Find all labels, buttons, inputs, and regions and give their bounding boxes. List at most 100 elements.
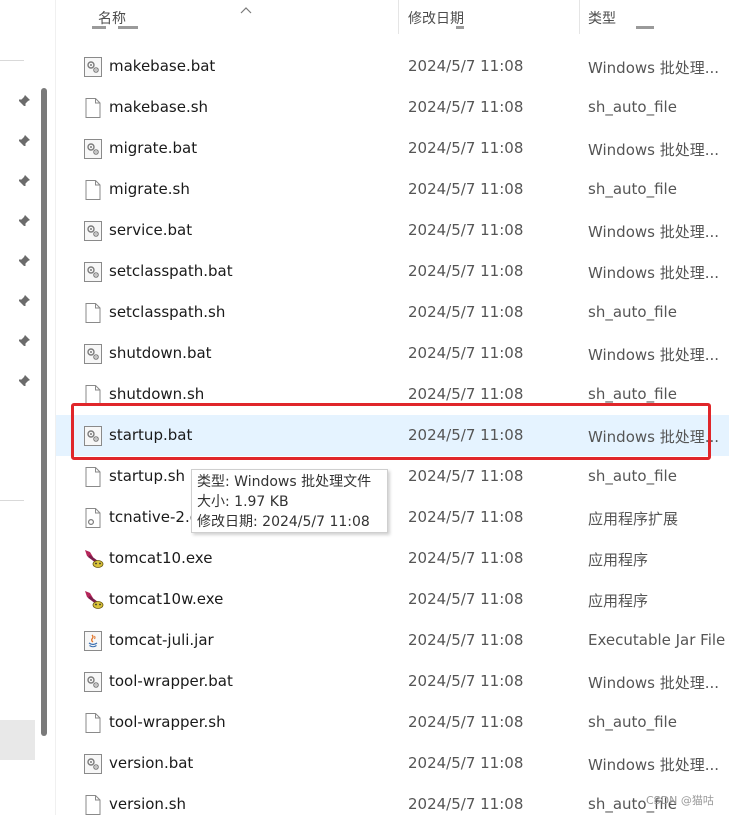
pin-icon[interactable]: [17, 374, 31, 388]
column-name[interactable]: 名称: [98, 8, 126, 28]
file-row[interactable]: version.sh 2024/5/7 11:08 sh_auto_file: [56, 784, 729, 815]
file-type: sh_auto_file: [588, 467, 677, 485]
file-row[interactable]: makebase.bat 2024/5/7 11:08 Windows 批处理...: [56, 46, 729, 87]
file-row[interactable]: tomcat10.exe 2024/5/7 11:08 应用程序: [56, 538, 729, 579]
file-type: Windows 批处理...: [588, 264, 720, 282]
file-tooltip: 类型: Windows 批处理文件 大小: 1.97 KB 修改日期: 2024…: [191, 469, 388, 533]
batch-file-icon: [83, 220, 103, 242]
file-date-modified: 2024/5/7 11:08: [408, 180, 524, 198]
file-name[interactable]: tcnative-2.d: [109, 508, 199, 526]
file-row[interactable]: tomcat10w.exe 2024/5/7 11:08 应用程序: [56, 579, 729, 620]
file-type: 应用程序扩展: [588, 510, 679, 528]
navigation-pane: [0, 0, 36, 815]
file-date-modified: 2024/5/7 11:08: [408, 262, 524, 280]
file-name[interactable]: tool-wrapper.sh: [109, 713, 226, 731]
file-date-modified: 2024/5/7 11:08: [408, 467, 524, 485]
file-name[interactable]: tomcat10w.exe: [109, 590, 223, 608]
nav-scrollbar-thumb[interactable]: [41, 88, 47, 736]
file-row[interactable]: migrate.sh 2024/5/7 11:08 sh_auto_file: [56, 169, 729, 210]
file-row[interactable]: migrate.bat 2024/5/7 11:08 Windows 批处理...: [56, 128, 729, 169]
file-explorer-window: 名称 修改日期 类型 makebase.bat 2024/5/7 11:08 Win…: [0, 0, 729, 815]
tomcat-exe-icon: [83, 548, 104, 570]
pin-icon[interactable]: [17, 334, 31, 348]
blank-file-icon: [83, 712, 103, 734]
batch-file-icon: [83, 261, 103, 283]
pin-icon[interactable]: [17, 94, 31, 108]
blank-file-icon: [83, 466, 103, 488]
file-date-modified: 2024/5/7 11:08: [408, 795, 524, 813]
file-date-modified: 2024/5/7 11:08: [408, 385, 524, 403]
file-row[interactable]: startup.sh 2024/5/7 11:08 sh_auto_file: [56, 456, 729, 497]
batch-file-icon: [83, 343, 103, 365]
dll-file-icon: [83, 507, 103, 529]
file-name[interactable]: version.sh: [109, 795, 186, 813]
file-date-modified: 2024/5/7 11:08: [408, 344, 524, 362]
file-name[interactable]: migrate.bat: [109, 139, 197, 157]
file-row[interactable]: service.bat 2024/5/7 11:08 Windows 批处理...: [56, 210, 729, 251]
file-type: 应用程序: [588, 551, 649, 569]
file-name[interactable]: tomcat-juli.jar: [109, 631, 214, 649]
column-date-modified[interactable]: 修改日期: [408, 8, 464, 28]
file-name[interactable]: makebase.sh: [109, 98, 208, 116]
file-date-modified: 2024/5/7 11:08: [408, 631, 524, 649]
file-type: sh_auto_file: [588, 385, 677, 403]
file-date-modified: 2024/5/7 11:08: [408, 98, 524, 116]
file-row[interactable]: makebase.sh 2024/5/7 11:08 sh_auto_file: [56, 87, 729, 128]
file-type: Executable Jar File: [588, 631, 726, 649]
file-name[interactable]: version.bat: [109, 754, 193, 772]
batch-file-icon: [83, 753, 103, 775]
file-row[interactable]: setclasspath.bat 2024/5/7 11:08 Windows 批处…: [56, 251, 729, 292]
file-date-modified: 2024/5/7 11:08: [408, 139, 524, 157]
file-type: sh_auto_file: [588, 303, 677, 321]
file-row[interactable]: tool-wrapper.sh 2024/5/7 11:08 sh_auto_fil…: [56, 702, 729, 743]
highlight-box: [71, 403, 711, 460]
file-row[interactable]: tool-wrapper.bat 2024/5/7 11:08 Windows 批处…: [56, 661, 729, 702]
batch-file-icon: [83, 138, 103, 160]
file-name[interactable]: setclasspath.bat: [109, 262, 233, 280]
file-type: sh_auto_file: [588, 98, 677, 116]
file-name[interactable]: setclasspath.sh: [109, 303, 225, 321]
file-row[interactable]: tcnative-2.d 2024/5/7 11:08 应用程序扩展: [56, 497, 729, 538]
file-row[interactable]: shutdown.bat 2024/5/7 11:08 Windows 批处理...: [56, 333, 729, 374]
tomcat-exe-icon: [83, 589, 104, 611]
blank-file-icon: [83, 179, 103, 201]
file-type: Windows 批处理...: [588, 223, 720, 241]
column-type[interactable]: 类型: [588, 8, 616, 28]
nav-divider: [0, 60, 24, 61]
file-date-modified: 2024/5/7 11:08: [408, 221, 524, 239]
file-type: sh_auto_file: [588, 713, 677, 731]
pin-icon[interactable]: [17, 214, 31, 228]
file-name[interactable]: startup.sh: [109, 467, 185, 485]
file-date-modified: 2024/5/7 11:08: [408, 754, 524, 772]
file-type: sh_auto_file: [588, 180, 677, 198]
pin-icon[interactable]: [17, 174, 31, 188]
tooltip-date: 修改日期: 2024/5/7 11:08: [197, 514, 370, 530]
file-name[interactable]: makebase.bat: [109, 57, 215, 75]
file-date-modified: 2024/5/7 11:08: [408, 303, 524, 321]
pin-icon[interactable]: [17, 254, 31, 268]
file-name[interactable]: migrate.sh: [109, 180, 190, 198]
file-type: Windows 批处理...: [588, 756, 720, 774]
file-row[interactable]: setclasspath.sh 2024/5/7 11:08 sh_auto_fil…: [56, 292, 729, 333]
file-name[interactable]: service.bat: [109, 221, 192, 239]
file-row[interactable]: version.bat 2024/5/7 11:08 Windows 批处理...: [56, 743, 729, 784]
sort-ascending-icon: [240, 0, 252, 19]
tooltip-type: 类型: Windows 批处理文件: [197, 474, 372, 490]
watermark: CSDN @猫咕: [646, 794, 714, 807]
file-name[interactable]: tomcat10.exe: [109, 549, 212, 567]
file-date-modified: 2024/5/7 11:08: [408, 508, 524, 526]
file-date-modified: 2024/5/7 11:08: [408, 549, 524, 567]
file-row[interactable]: tomcat-juli.jar 2024/5/7 11:08 Executable …: [56, 620, 729, 661]
file-type: Windows 批处理...: [588, 141, 720, 159]
file-date-modified: 2024/5/7 11:08: [408, 672, 524, 690]
nav-selected-item[interactable]: [0, 720, 35, 760]
file-name[interactable]: shutdown.sh: [109, 385, 204, 403]
blank-file-icon: [83, 794, 103, 815]
file-name[interactable]: shutdown.bat: [109, 344, 212, 362]
pin-icon[interactable]: [17, 294, 31, 308]
file-name[interactable]: tool-wrapper.bat: [109, 672, 233, 690]
partial-row: [56, 26, 729, 36]
blank-file-icon: [83, 97, 103, 119]
pin-icon[interactable]: [17, 134, 31, 148]
file-type: 应用程序: [588, 592, 649, 610]
